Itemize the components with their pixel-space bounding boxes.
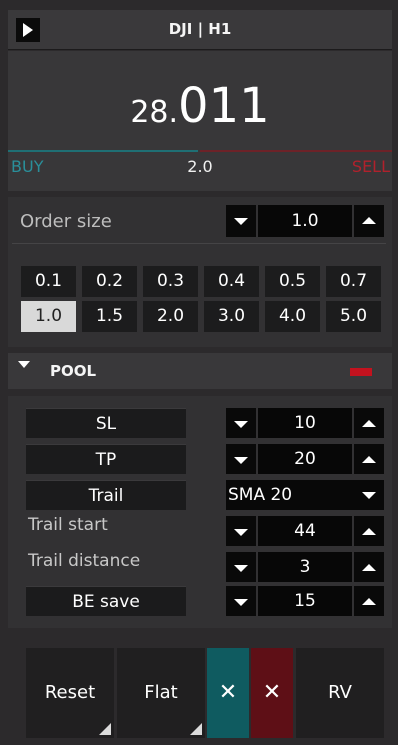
price-display: 28.011 BUY 2.0 SELL [8, 51, 392, 191]
rv-label: RV [328, 682, 352, 703]
sl-decrease-button[interactable] [226, 408, 256, 438]
tp-button[interactable]: TP [26, 444, 186, 474]
preset-0-1-button[interactable]: 0.1 [21, 266, 76, 297]
trail-distance-label: Trail distance [28, 551, 141, 571]
pool-label: POOL [50, 362, 97, 380]
trail-select-value: SMA 20 [228, 485, 293, 505]
order-size-increase-button[interactable] [354, 205, 384, 237]
pool-section-header[interactable]: POOL [8, 353, 392, 389]
close-sell-button[interactable]: ✕ [251, 648, 293, 738]
tp-decrease-button[interactable] [226, 444, 256, 474]
rv-button[interactable]: RV [296, 648, 384, 738]
order-size-input[interactable]: 1.0 [258, 205, 352, 237]
sell-label[interactable]: SELL [352, 157, 390, 176]
spread-value: 2.0 [187, 157, 213, 176]
action-bar: Reset Flat ✕ ✕ RV [8, 636, 392, 740]
divider [12, 243, 386, 244]
close-icon: ✕ [262, 680, 282, 705]
chevron-down-icon [362, 492, 376, 499]
preset-1-5-button[interactable]: 1.5 [82, 301, 137, 332]
trail-select[interactable]: SMA 20 [226, 480, 384, 510]
preset-5-0-button[interactable]: 5.0 [326, 301, 381, 332]
flat-label: Flat [144, 682, 178, 703]
corner-menu-icon [99, 723, 111, 735]
symbol-title: DJI | H1 [168, 20, 232, 38]
sl-increase-button[interactable] [354, 408, 384, 438]
corner-menu-icon [190, 723, 202, 735]
order-size-decrease-button[interactable] [226, 205, 256, 237]
preset-1-0-button[interactable]: 1.0 [21, 301, 76, 332]
trail-start-increase-button[interactable] [354, 516, 384, 546]
close-buy-button[interactable]: ✕ [207, 648, 249, 738]
sl-input[interactable]: 10 [258, 408, 352, 438]
buy-line [8, 150, 198, 152]
tp-increase-button[interactable] [354, 444, 384, 474]
flat-button[interactable]: Flat [117, 648, 205, 738]
price-main: 011 [178, 78, 270, 134]
price-value: 28.011 [8, 78, 392, 134]
price-prefix: 28. [130, 95, 179, 130]
close-icon: ✕ [218, 680, 238, 705]
preset-4-0-button[interactable]: 4.0 [265, 301, 320, 332]
trade-panel: DJI | H1 28.011 BUY 2.0 SELL Order size … [0, 0, 398, 745]
sell-line [200, 150, 392, 152]
be-save-input[interactable]: 15 [258, 586, 352, 616]
preset-2-0-button[interactable]: 2.0 [143, 301, 198, 332]
caret-down-icon[interactable] [18, 361, 30, 369]
preset-0-7-button[interactable]: 0.7 [326, 266, 381, 297]
be-save-button[interactable]: BE save [26, 586, 186, 616]
preset-0-4-button[interactable]: 0.4 [204, 266, 259, 297]
preset-3-0-button[interactable]: 3.0 [204, 301, 259, 332]
preset-0-2-button[interactable]: 0.2 [82, 266, 137, 297]
trail-button[interactable]: Trail [26, 480, 186, 510]
preset-0-5-button[interactable]: 0.5 [265, 266, 320, 297]
trail-start-input[interactable]: 44 [258, 516, 352, 546]
pool-status-indicator[interactable] [350, 368, 372, 376]
be-save-decrease-button[interactable] [226, 586, 256, 616]
reset-label: Reset [44, 682, 96, 703]
trade-params-panel: SL 10 TP 20 Trail SMA 20 Trail start 44 … [8, 396, 392, 628]
trail-start-decrease-button[interactable] [226, 516, 256, 546]
order-size-panel: Order size 1.0 0.1 0.2 0.3 0.4 0.5 0.7 1… [8, 197, 392, 347]
trail-distance-input[interactable]: 3 [258, 552, 352, 582]
sl-button[interactable]: SL [26, 408, 186, 438]
trail-start-label: Trail start [28, 515, 108, 535]
reset-button[interactable]: Reset [26, 648, 114, 738]
preset-0-3-button[interactable]: 0.3 [143, 266, 198, 297]
trail-distance-decrease-button[interactable] [226, 552, 256, 582]
panel-header: DJI | H1 [8, 10, 392, 50]
order-size-label: Order size [20, 211, 112, 232]
tp-input[interactable]: 20 [258, 444, 352, 474]
trail-distance-increase-button[interactable] [354, 552, 384, 582]
be-save-increase-button[interactable] [354, 586, 384, 616]
